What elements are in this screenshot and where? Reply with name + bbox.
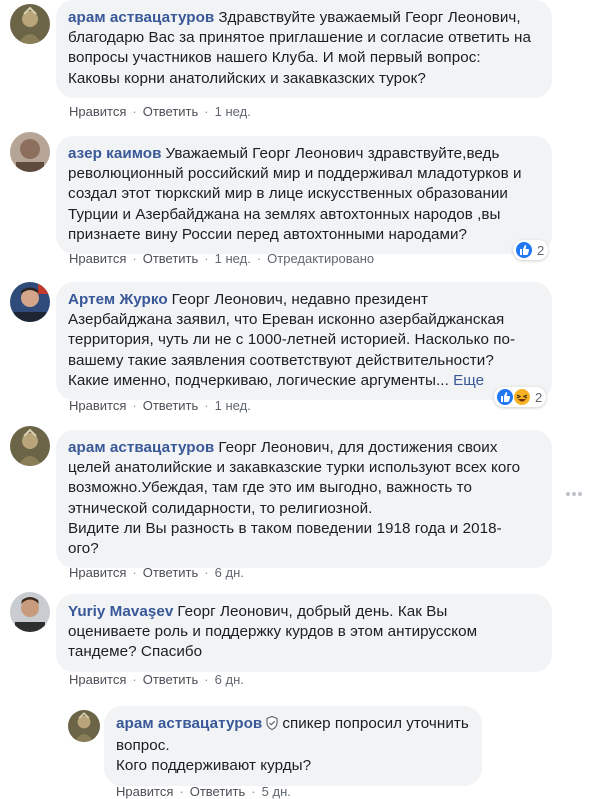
comment-bubble: арам аствацатуров Георг Леонович, для дос… <box>56 430 552 569</box>
reply-comment: арам аствацатуров спикер попросил уточнит… <box>0 706 599 799</box>
like-link[interactable]: Нравится <box>69 251 126 266</box>
more-horizontal-icon[interactable] <box>566 491 584 497</box>
comment-author[interactable]: арам аствацатуров <box>68 439 214 456</box>
separator: · <box>132 565 137 580</box>
comment-bubble: Yuriy Mavaşev Георг Леонович, добрый день… <box>56 594 552 672</box>
like-link[interactable]: Нравится <box>69 565 126 580</box>
reply-author[interactable]: арам аствацатуров <box>116 715 262 732</box>
reply-link[interactable]: Ответить <box>190 784 246 799</box>
reply-link[interactable]: Ответить <box>143 398 199 413</box>
comment-bubble: Артем Журко Георг Леонович, недавно прези… <box>56 282 552 401</box>
avatar[interactable] <box>10 4 50 44</box>
reply-link[interactable]: Ответить <box>143 104 199 119</box>
timestamp[interactable]: 1 нед. <box>215 398 251 413</box>
reactions-summary[interactable]: 2 <box>513 240 549 260</box>
comment: Артем Журко Георг Леонович, недавно прези… <box>0 282 599 422</box>
reply-actions: Нравится · Ответить · 5 дн. <box>116 784 291 799</box>
comment-author[interactable]: Артем Журко <box>68 291 168 308</box>
timestamp[interactable]: 5 дн. <box>262 784 291 799</box>
reply-link[interactable]: Ответить <box>143 565 199 580</box>
shield-icon <box>266 715 278 736</box>
comment-author[interactable]: азер каимов <box>68 145 162 162</box>
reactions-summary[interactable]: 2 <box>494 387 547 407</box>
separator: · <box>179 784 184 799</box>
like-link[interactable]: Нравится <box>69 104 126 119</box>
timestamp[interactable]: 1 нед. <box>215 251 251 266</box>
comment-author[interactable]: арам аствацатуров <box>68 9 214 26</box>
like-link[interactable]: Нравится <box>69 672 126 687</box>
like-link[interactable]: Нравится <box>69 398 126 413</box>
avatar[interactable] <box>10 132 50 172</box>
edited-label[interactable]: Отредактировано <box>267 251 374 266</box>
comment: арам аствацатуров Георг Леонович, для дос… <box>0 426 599 590</box>
reactions-count: 2 <box>535 389 543 405</box>
comment-actions: Нравится · Ответить · 6 дн. <box>69 565 244 580</box>
see-more-link[interactable]: Еще <box>453 372 484 389</box>
separator: · <box>256 251 262 266</box>
separator: · <box>204 565 209 580</box>
reply-link[interactable]: Ответить <box>143 672 199 687</box>
like-icon <box>497 389 513 405</box>
separator: · <box>204 104 209 119</box>
comment-text: Георг Леонович, для достижения своих цел… <box>68 439 521 558</box>
comment: азер каимов Уважаемый Георг Леонович здра… <box>0 132 599 276</box>
comment-actions: Нравится · Ответить · 1 нед. · Отредактировано <box>69 251 374 266</box>
separator: · <box>204 398 209 413</box>
dot-shape <box>572 492 576 496</box>
separator: · <box>132 398 137 413</box>
like-link[interactable]: Нравится <box>116 784 173 799</box>
comment-actions: Нравится · Ответить · 1 нед. <box>69 398 251 413</box>
separator: · <box>132 104 137 119</box>
reply-link[interactable]: Ответить <box>143 251 199 266</box>
avatar[interactable] <box>10 426 50 466</box>
comment: Yuriy Mavaşev Георг Леонович, добрый день… <box>0 592 599 694</box>
separator: · <box>204 672 209 687</box>
comment-bubble: азер каимов Уважаемый Георг Леонович здра… <box>56 136 552 255</box>
like-icon <box>516 242 532 258</box>
dot-shape <box>578 492 582 496</box>
timestamp[interactable]: 6 дн. <box>215 565 244 580</box>
separator: · <box>251 784 256 799</box>
reactions-count: 2 <box>537 242 545 258</box>
separator: · <box>204 251 209 266</box>
separator: · <box>132 672 137 687</box>
separator: · <box>132 251 137 266</box>
avatar[interactable] <box>10 282 50 322</box>
comment-bubble: арам аствацатуров Здравствуйте уважаемый … <box>56 0 552 98</box>
haha-icon <box>514 389 530 405</box>
comment-actions: Нравится · Ответить · 6 дн. <box>69 672 244 687</box>
timestamp[interactable]: 1 нед. <box>215 104 251 119</box>
comment: арам аствацатуров Здравствуйте уважаемый … <box>0 0 599 128</box>
comment-actions: Нравится · Ответить · 1 нед. <box>69 104 251 119</box>
comment-author[interactable]: Yuriy Mavaşev <box>68 603 173 620</box>
reply-bubble: арам аствацатуров спикер попросил уточнит… <box>104 706 482 786</box>
timestamp[interactable]: 6 дн. <box>215 672 244 687</box>
avatar[interactable] <box>68 710 100 742</box>
dot-shape <box>566 492 570 496</box>
avatar[interactable] <box>10 592 50 632</box>
